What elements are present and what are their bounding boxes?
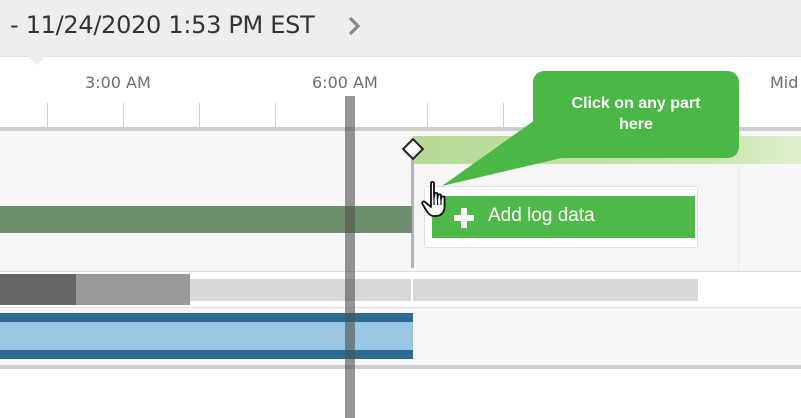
hand-pointer-icon xyxy=(421,180,446,217)
tick-label-3am: 3:00 AM xyxy=(85,73,151,92)
tick-label-midnight: Mid xyxy=(770,73,799,92)
tick-label-6am: 6:00 AM xyxy=(312,73,378,92)
ruler-tick xyxy=(427,103,428,127)
add-log-data-label: Add log data xyxy=(488,205,595,226)
timeline-bottom-rule xyxy=(0,365,801,369)
callout-tooltip: Click on any part here xyxy=(533,71,739,158)
light-gray-timeline-bar[interactable] xyxy=(190,279,698,301)
callout-line-1: Click on any part xyxy=(571,95,701,112)
plus-icon xyxy=(454,208,474,228)
header-pointer-notch xyxy=(28,56,46,65)
mid-gray-timeline-bar[interactable] xyxy=(76,274,190,305)
header-datetime: - 11/24/2020 1:53 PM EST xyxy=(10,11,315,39)
chevron-right-icon[interactable] xyxy=(346,14,362,38)
ruler-tick xyxy=(47,103,48,127)
callout-line-2: here xyxy=(619,116,653,133)
current-time-cursor[interactable] xyxy=(345,96,355,418)
dark-gray-timeline-bar[interactable] xyxy=(0,274,76,305)
ruler-tick xyxy=(199,103,200,127)
ruler-tick xyxy=(275,103,276,127)
bar-separator xyxy=(411,279,413,301)
callout-text: Click on any part here xyxy=(533,93,739,135)
add-log-data-button[interactable]: Add log data xyxy=(432,196,695,238)
ruler-tick xyxy=(123,103,124,127)
